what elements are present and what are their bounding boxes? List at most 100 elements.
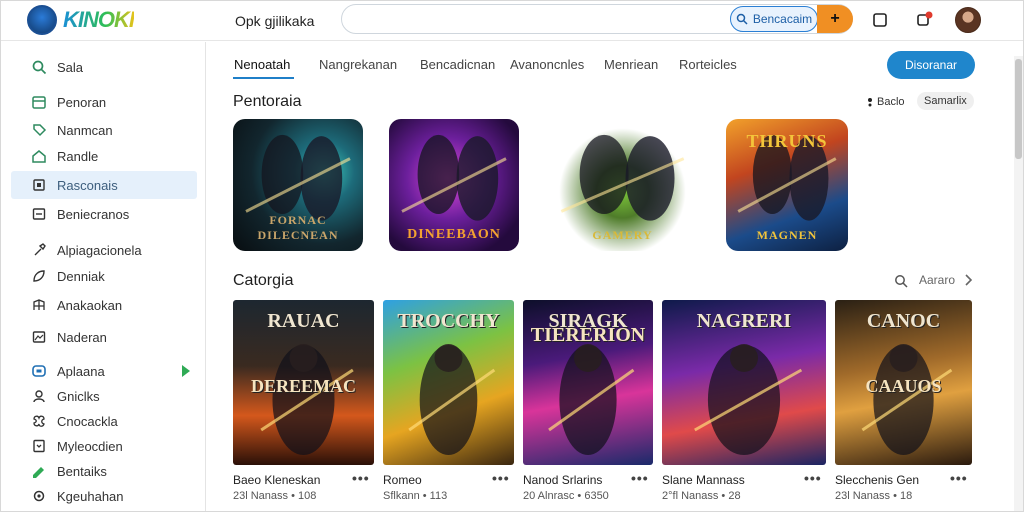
notification-icon[interactable] (915, 11, 933, 29)
tile-caption: GAMERY (592, 228, 653, 242)
card-meta: 2°fl Nanass • 28 (662, 490, 741, 502)
more-options-icon[interactable]: ••• (804, 470, 822, 486)
more-options-icon[interactable]: ••• (492, 470, 510, 486)
logo[interactable]: KINOKI (27, 5, 135, 35)
search-button-label: Bencacaim (752, 12, 813, 26)
search-icon (32, 60, 47, 75)
tab-5[interactable]: Menriean (604, 57, 658, 72)
logo-text: KINOKI (63, 7, 135, 32)
tab-4[interactable]: Avanoncnles (510, 57, 584, 72)
game-card[interactable]: TROCCHY (383, 300, 514, 465)
featured-tile[interactable]: THRUNS MAGNEN (726, 119, 848, 251)
sidebar-item-6[interactable]: Beniecranos (11, 200, 197, 228)
sort-label: Baclo (877, 96, 905, 108)
card-art-title: NAGRERI (696, 310, 792, 332)
tile-caption: DINEEBAON (407, 227, 501, 242)
sidebar-item-label: Bentaiks (57, 463, 107, 479)
card-title[interactable]: Nanod Srlarins (523, 473, 602, 487)
sidebar-item-16[interactable]: Kgeuhahan (11, 482, 197, 510)
sidebar-item-7[interactable]: Alpiagacionela (11, 236, 197, 264)
sidebar-item-9[interactable]: Anakaokan (11, 291, 197, 319)
settings-icon (33, 490, 45, 502)
game-card[interactable]: NAGRERI (662, 300, 826, 465)
search-icon[interactable] (894, 274, 908, 288)
sidebar-item-13[interactable]: Cnocackla (11, 407, 197, 435)
person-icon (33, 390, 45, 403)
sort-icon (868, 98, 872, 107)
pencil-icon (33, 467, 44, 478)
sidebar-item-label: Nanmcan (57, 122, 113, 138)
logo-badge-icon (27, 5, 57, 35)
grid-icon (33, 299, 45, 310)
tile-caption: MAGNEN (756, 228, 818, 242)
sidebar-item-11[interactable]: Aplaana (11, 357, 197, 385)
card-title[interactable]: Baeo Kleneskan (233, 473, 320, 487)
card-art-subtitle: DEREEMAC (250, 376, 356, 396)
wrench-icon (34, 243, 46, 256)
box-icon (32, 208, 46, 220)
sidebar-item-14[interactable]: Myleocdien (11, 432, 197, 460)
tab-6[interactable]: Rorteicles (679, 57, 737, 72)
sidebar-item-1[interactable]: Sala (11, 53, 197, 81)
sidebar-item-label: Anakaokan (57, 297, 123, 313)
app-name: Opk gjilikaka (235, 13, 315, 29)
square-icon[interactable] (871, 11, 889, 29)
primary-action-button[interactable]: Disoranar (887, 51, 975, 79)
tag-icon (33, 124, 47, 137)
tab-3[interactable]: Bencadicnan (420, 57, 495, 72)
sidebar-item-label: Aplaana (57, 363, 105, 379)
tile-top-caption: THRUNS (746, 131, 828, 151)
card-title[interactable]: Slecchenis Gen (835, 473, 919, 487)
caret-right-icon[interactable] (179, 364, 191, 378)
sidebar-item-5[interactable]: Rasconais (11, 171, 197, 199)
sidebar-item-4[interactable]: Randle (11, 142, 197, 170)
home-icon (32, 150, 46, 163)
featured-tile[interactable]: DINEEBAON (389, 119, 519, 251)
more-options-icon[interactable]: ••• (631, 470, 649, 486)
game-card[interactable]: RAUAC DEREEMAC (233, 300, 374, 465)
puzzle-icon (33, 415, 45, 427)
tile-caption: FORNAC DILECNEAN (257, 213, 339, 242)
chevron-right-icon[interactable] (963, 273, 973, 287)
sidebar-item-label: Cnocackla (57, 413, 118, 429)
card-meta: 23l Nanass • 108 (233, 490, 317, 502)
featured-tile[interactable]: GAMERY (546, 119, 699, 251)
sidebar-item-label: Rasconais (57, 177, 118, 193)
card-art-title: TROCCHY (397, 310, 500, 332)
game-card[interactable]: CANOC CAAUOS (835, 300, 972, 465)
scrollbar-thumb[interactable] (1015, 59, 1022, 159)
card-meta: 23l Nanass • 18 (835, 490, 913, 502)
user-avatar[interactable] (955, 7, 981, 33)
filter-chip[interactable]: Samarlix (917, 92, 974, 110)
sort-control[interactable]: Baclo (867, 96, 905, 108)
sidebar-item-label: Sala (57, 59, 84, 75)
sidebar-item-2[interactable]: Penoran (11, 88, 197, 116)
sidebar-item-label: Randle (57, 148, 99, 164)
featured-tile[interactable]: FORNAC DILECNEAN (233, 119, 363, 251)
see-more-link[interactable]: Aararo (919, 273, 955, 287)
sidebar-item-10[interactable]: Naderan (11, 323, 197, 351)
search-icon (736, 13, 748, 25)
sidebar-item-label: Gniclks (57, 388, 100, 404)
card-meta: 20 Alnrasc • 6350 (523, 490, 609, 502)
sidebar-item-3[interactable]: Nanmcan (11, 116, 197, 144)
sidebar-item-label: Kgeuhahan (57, 488, 124, 504)
image-icon (32, 331, 46, 343)
more-options-icon[interactable]: ••• (352, 470, 370, 486)
sidebar-item-8[interactable]: Denniak (11, 262, 197, 290)
more-options-icon[interactable]: ••• (950, 470, 968, 486)
category-title: Catorgia (233, 272, 294, 289)
tab-2[interactable]: Nangrekanan (319, 57, 397, 72)
card-meta: Sflkann • 113 (383, 490, 448, 502)
add-button[interactable]: + (817, 5, 853, 33)
game-card[interactable]: SIRAGK TIERERION (523, 300, 653, 465)
tab-1[interactable]: Nenoatah (234, 57, 290, 72)
sidebar-item-label: Denniak (57, 268, 105, 284)
sidebar-item-12[interactable]: Gniclks (11, 382, 197, 410)
card-title[interactable]: Slane Mannass (662, 473, 745, 487)
add-button-label: + (830, 10, 840, 27)
card-title[interactable]: Romeo (383, 473, 422, 487)
card-art-subtitle: TIERERION (530, 324, 646, 346)
search-button[interactable]: Bencacaim (730, 6, 818, 32)
sidebar-item-15[interactable]: Bentaiks (11, 457, 197, 485)
